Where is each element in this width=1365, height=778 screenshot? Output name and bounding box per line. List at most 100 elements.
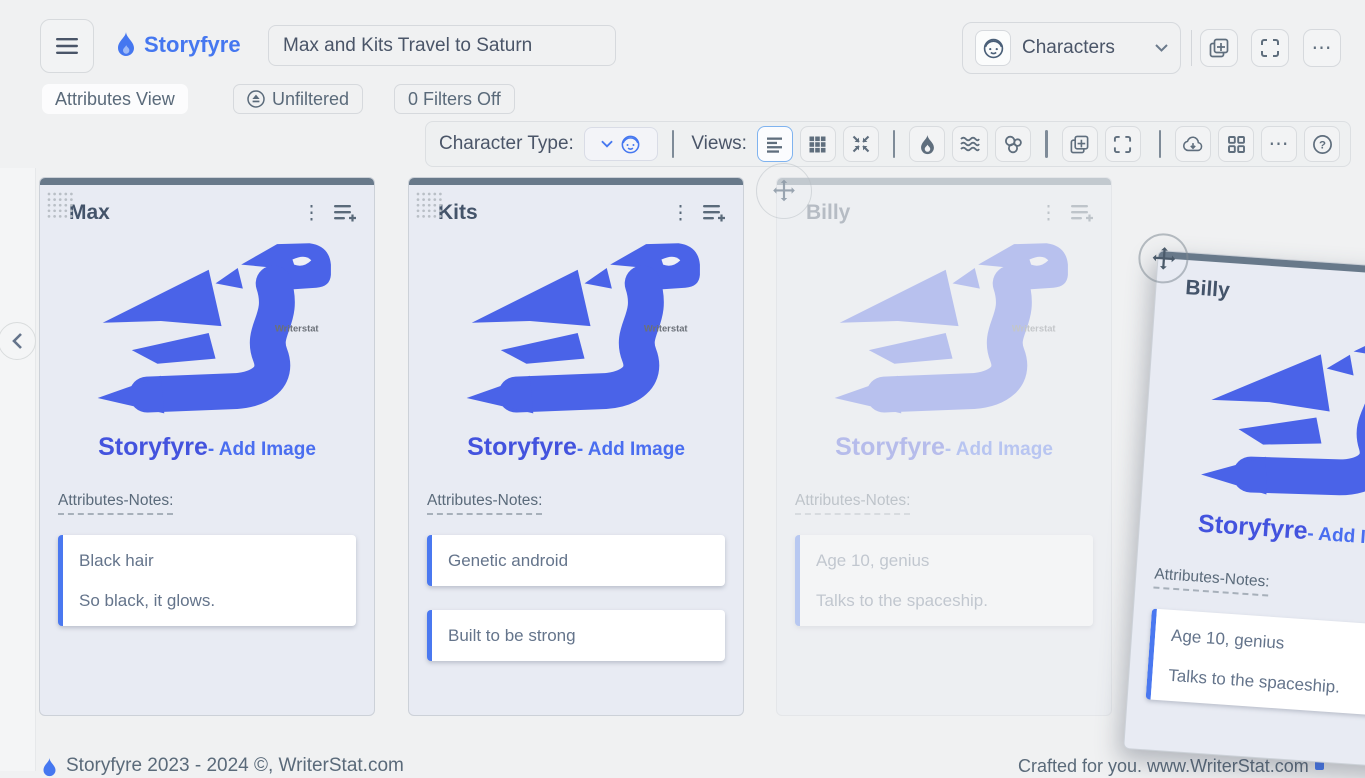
character-card[interactable]: Max ⋮ Writerstat Storyfyre- Add Image At…: [39, 177, 375, 716]
attribute-note[interactable]: Genetic android: [427, 535, 725, 586]
character-type-dropdown[interactable]: [584, 127, 658, 161]
character-image-placeholder[interactable]: Writerstat: [804, 239, 1084, 427]
card-color-bar: [409, 178, 743, 185]
character-type-label: Character Type:: [439, 133, 574, 155]
dragon-placeholder-image: Writerstat: [436, 239, 716, 427]
duplicate-add-view-button[interactable]: [1062, 126, 1098, 162]
character-card[interactable]: Kits ⋮ Writerstat Storyfyre- Add Image A…: [408, 177, 744, 716]
character-card[interactable]: Billy ⋮ Writerstat Storyfyre- Add Image …: [1123, 250, 1365, 772]
character-image-placeholder[interactable]: Writerstat: [67, 239, 347, 427]
fullscreen-icon: [1113, 135, 1132, 154]
add-note-icon[interactable]: [702, 202, 727, 224]
flame-view-button[interactable]: [909, 126, 945, 162]
image-watermark: Writerstat: [275, 322, 320, 333]
card-color-bar: [40, 178, 374, 185]
collection-label: Characters: [1022, 37, 1144, 59]
grid-view-button[interactable]: [800, 126, 836, 162]
move-handle[interactable]: [756, 163, 812, 219]
image-watermark: Writerstat: [1012, 322, 1057, 333]
views-toolbar: Character Type: Views:: [425, 121, 1351, 167]
kebab-menu-icon[interactable]: ⋮: [1039, 204, 1058, 223]
attribute-note[interactable]: Age 10, geniusTalks to the spaceship.: [1146, 608, 1365, 720]
dragon-placeholder-image: Writerstat: [804, 239, 1084, 427]
character-name[interactable]: Billy: [806, 201, 1027, 225]
toolbar-divider: [672, 130, 675, 158]
chevron-left-icon: [11, 332, 23, 350]
placeholder-brand-text: Storyfyre: [98, 433, 208, 461]
svg-text:?: ?: [1319, 139, 1326, 151]
drag-dots-handle[interactable]: [414, 190, 444, 220]
drag-dots-handle[interactable]: [45, 190, 75, 220]
filter-state-chip[interactable]: Unfiltered: [233, 84, 363, 114]
attributes-notes-label[interactable]: Attributes-Notes:: [1153, 566, 1270, 597]
grid-view-icon: [808, 135, 827, 154]
compress-icon: [851, 134, 871, 154]
help-icon: ?: [1312, 134, 1333, 155]
filters-count-chip[interactable]: 0 Filters Off: [394, 84, 515, 114]
attributes-notes-label[interactable]: Attributes-Notes:: [795, 492, 910, 515]
list-view-button[interactable]: [757, 126, 793, 162]
filter-state-label: Unfiltered: [272, 89, 349, 110]
more-options-button[interactable]: ⋯: [1303, 29, 1341, 67]
toolbar-more-button[interactable]: ⋯: [1261, 126, 1297, 162]
character-name[interactable]: Kits: [438, 201, 659, 225]
attributes-notes-label[interactable]: Attributes-Notes:: [58, 492, 173, 515]
eject-icon: [247, 90, 265, 108]
character-image-placeholder[interactable]: Writerstat: [436, 239, 716, 427]
cluster-view-button[interactable]: [995, 126, 1031, 162]
footer-tagline-text: Crafted for you. www.WriterStat.com: [1018, 756, 1309, 777]
project-title-input[interactable]: Max and Kits Travel to Saturn: [268, 25, 616, 66]
compress-view-button[interactable]: [843, 126, 879, 162]
collection-dropdown[interactable]: Characters: [962, 22, 1181, 74]
fullscreen-button[interactable]: [1251, 29, 1289, 67]
apps-grid-button[interactable]: [1218, 126, 1254, 162]
attributes-notes-label[interactable]: Attributes-Notes:: [427, 492, 542, 515]
kebab-menu-icon[interactable]: ⋮: [671, 204, 690, 223]
character-image-placeholder[interactable]: Writerstat: [1168, 314, 1365, 521]
notes-list: Age 10, geniusTalks to the spaceship.: [795, 535, 1093, 626]
add-note-icon[interactable]: [1070, 202, 1095, 224]
kebab-menu-icon[interactable]: ⋮: [302, 204, 321, 223]
menu-button[interactable]: [40, 19, 94, 73]
add-image-label: - Add Image: [945, 439, 1053, 460]
chevron-down-icon: [601, 140, 613, 148]
waves-view-button[interactable]: [952, 126, 988, 162]
note-text: Age 10, genius: [1170, 625, 1365, 664]
add-image-label: - Add Image: [208, 439, 316, 460]
image-watermark: Writerstat: [644, 322, 689, 333]
move-arrows-icon: [771, 178, 797, 204]
note-text: Talks to the spaceship.: [1168, 665, 1365, 704]
placeholder-brand-text: Storyfyre: [835, 433, 945, 461]
cloud-download-button[interactable]: [1175, 126, 1211, 162]
views-label: Views:: [691, 133, 747, 155]
view-mode-chip[interactable]: Attributes View: [42, 84, 188, 114]
duplicate-add-button[interactable]: [1200, 29, 1238, 67]
add-image-caption[interactable]: Storyfyre- Add Image: [1139, 505, 1365, 557]
add-image-caption[interactable]: Storyfyre- Add Image: [409, 433, 743, 462]
notes-list: Age 10, geniusTalks to the spaceship.: [1146, 608, 1365, 720]
footer-copyright-text: Storyfyre 2023 - 2024 ©, WriterStat.com: [66, 755, 404, 777]
character-face-icon: [975, 30, 1011, 66]
flame-icon: [116, 31, 136, 58]
four-squares-icon: [1227, 135, 1246, 154]
placeholder-brand-text: Storyfyre: [1197, 509, 1308, 545]
character-card[interactable]: Billy ⋮ Writerstat Storyfyre- Add Image …: [776, 177, 1112, 716]
attribute-note[interactable]: Built to be strong: [427, 610, 725, 661]
attribute-note[interactable]: Age 10, geniusTalks to the spaceship.: [795, 535, 1093, 626]
character-name[interactable]: Billy: [1185, 276, 1365, 315]
character-name[interactable]: Max: [69, 201, 290, 225]
fullscreen-view-button[interactable]: [1105, 126, 1141, 162]
waves-icon: [960, 135, 980, 153]
add-image-caption[interactable]: Storyfyre- Add Image: [40, 433, 374, 462]
add-image-caption[interactable]: Storyfyre- Add Image: [777, 433, 1111, 462]
cluster-icon: [1003, 134, 1023, 154]
project-title: Max and Kits Travel to Saturn: [283, 35, 532, 57]
brand-logo[interactable]: Storyfyre: [116, 31, 241, 58]
header-divider: [1191, 30, 1192, 66]
add-note-icon[interactable]: [333, 202, 358, 224]
list-view-icon: [765, 135, 784, 154]
add-image-label: - Add Image: [577, 439, 685, 460]
help-button[interactable]: ?: [1304, 126, 1340, 162]
attribute-note[interactable]: Black hairSo black, it glows.: [58, 535, 356, 626]
dragon-placeholder-image: Writerstat: [67, 239, 347, 427]
